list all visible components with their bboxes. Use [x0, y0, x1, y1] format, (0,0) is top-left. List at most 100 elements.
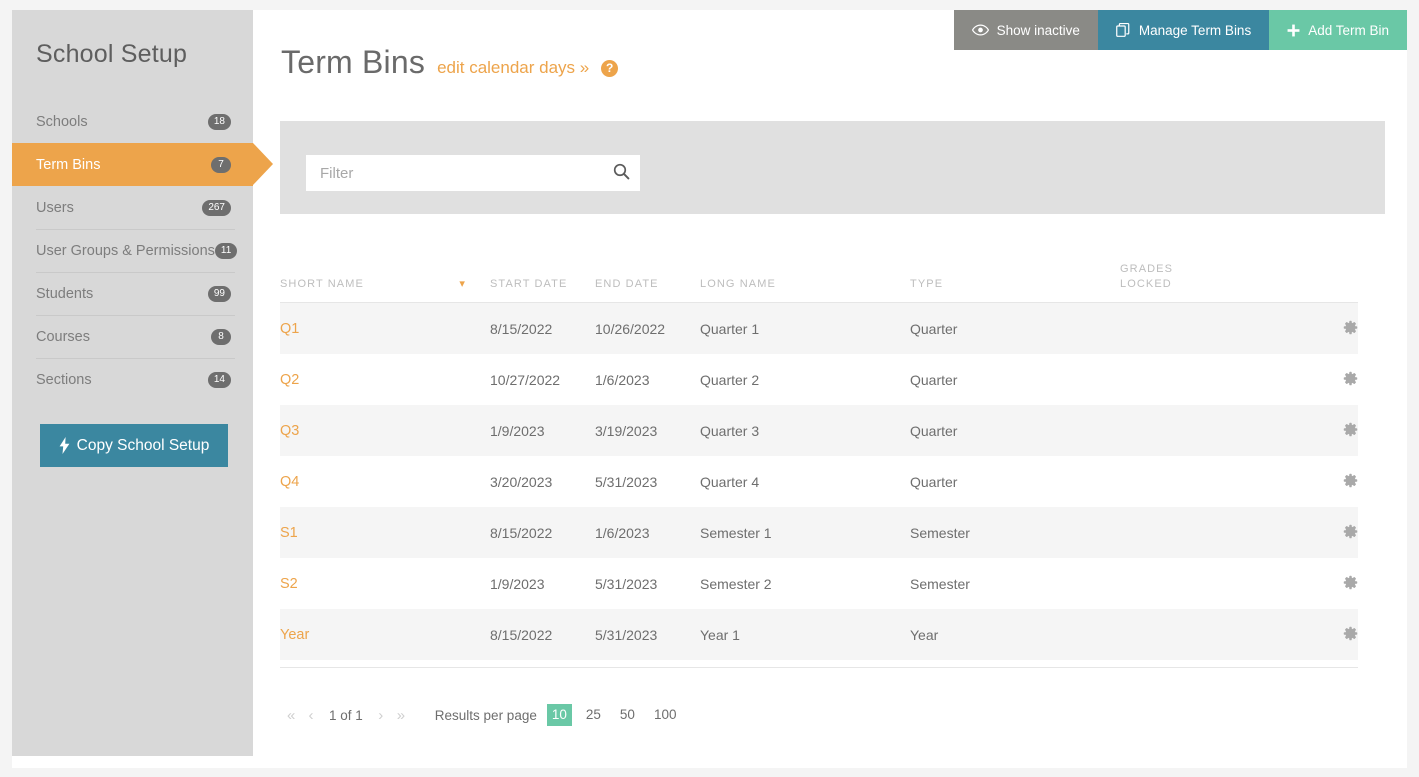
cell-start-date: 1/9/2023: [490, 405, 595, 456]
cell-start-date: 8/15/2022: [490, 507, 595, 558]
sidebar-item-students[interactable]: Students99: [12, 272, 253, 315]
sidebar-item-badge: 11: [215, 243, 237, 259]
row-settings-button[interactable]: [1343, 422, 1358, 437]
table-row[interactable]: Q31/9/20233/19/2023Quarter 3Quarter: [280, 405, 1358, 456]
column-header-short-name[interactable]: SHORT NAME ▾: [280, 246, 490, 303]
term-bin-link[interactable]: Q1: [280, 321, 299, 337]
term-bins-table: SHORT NAME ▾ START DATE END DATE LONG NA…: [280, 246, 1358, 660]
add-term-bin-label: Add Term Bin: [1308, 23, 1389, 38]
sidebar-item-term-bins[interactable]: Term Bins7: [12, 143, 253, 186]
cell-end-date: 5/31/2023: [595, 609, 700, 660]
row-settings-button[interactable]: [1343, 371, 1358, 386]
sidebar-item-badge: 99: [208, 286, 231, 302]
term-bin-link[interactable]: S1: [280, 525, 298, 541]
cell-long-name: Quarter 1: [700, 303, 910, 355]
cell-end-date: 1/6/2023: [595, 507, 700, 558]
table-row[interactable]: Year8/15/20225/31/2023Year 1Year: [280, 609, 1358, 660]
column-header-grades-locked[interactable]: GRADES LOCKED: [1120, 246, 1306, 303]
term-bin-link[interactable]: Year: [280, 627, 309, 643]
gear-icon: [1343, 476, 1358, 491]
search-icon: [613, 163, 630, 183]
term-bin-link[interactable]: Q2: [280, 372, 299, 388]
pagination-last-button[interactable]: »: [391, 706, 411, 725]
copy-school-setup-button[interactable]: Copy School Setup: [40, 424, 228, 467]
sort-chevron-down-icon[interactable]: ▾: [459, 279, 466, 290]
cell-end-date: 5/31/2023: [595, 456, 700, 507]
table-row[interactable]: S21/9/20235/31/2023Semester 2Semester: [280, 558, 1358, 609]
cell-type: Semester: [910, 558, 1120, 609]
plus-icon: [1287, 24, 1300, 37]
sidebar-title: School Setup: [36, 40, 187, 69]
filter-field-wrapper: [306, 155, 640, 191]
cell-type: Semester: [910, 507, 1120, 558]
table-row[interactable]: Q43/20/20235/31/2023Quarter 4Quarter: [280, 456, 1358, 507]
cell-type: Year: [910, 609, 1120, 660]
pagination-first-button[interactable]: «: [281, 706, 301, 725]
table-row[interactable]: Q210/27/20221/6/2023Quarter 2Quarter: [280, 354, 1358, 405]
sidebar-item-label: Students: [36, 286, 208, 302]
cell-start-date: 10/27/2022: [490, 354, 595, 405]
cell-grades-locked: [1120, 456, 1306, 507]
cell-grades-locked: [1120, 609, 1306, 660]
add-term-bin-button[interactable]: Add Term Bin: [1269, 10, 1407, 50]
cell-actions: [1306, 456, 1358, 507]
page-size-option-10[interactable]: 10: [547, 704, 572, 726]
pagination-prev-button[interactable]: ‹: [301, 706, 321, 725]
gear-icon: [1343, 578, 1358, 593]
pagination: « ‹ 1 of 1 › » Results per page 10255010…: [281, 700, 690, 730]
row-settings-button[interactable]: [1343, 626, 1358, 641]
column-header-end-date[interactable]: END DATE: [595, 246, 700, 303]
filter-input[interactable]: [306, 155, 602, 191]
column-header-long-name[interactable]: LONG NAME: [700, 246, 910, 303]
manage-term-bins-label: Manage Term Bins: [1139, 23, 1251, 38]
table-row[interactable]: Q18/15/202210/26/2022Quarter 1Quarter: [280, 303, 1358, 355]
cell-short-name: Year: [280, 609, 490, 660]
page-size-option-100[interactable]: 100: [649, 704, 682, 726]
sidebar-item-user-groups-permissions[interactable]: User Groups & Permissions11: [12, 229, 253, 272]
column-header-type[interactable]: TYPE: [910, 246, 1120, 303]
manage-term-bins-button[interactable]: Manage Term Bins: [1098, 10, 1269, 50]
column-header-actions: [1306, 246, 1358, 303]
page-size-option-25[interactable]: 25: [581, 704, 606, 726]
active-item-arrow-icon: [253, 143, 273, 185]
row-settings-button[interactable]: [1343, 320, 1358, 335]
sidebar-item-label: Users: [36, 200, 202, 216]
cell-type: Quarter: [910, 405, 1120, 456]
sidebar-item-users[interactable]: Users267: [12, 186, 253, 229]
cell-long-name: Quarter 4: [700, 456, 910, 507]
pagination-next-button[interactable]: ›: [371, 706, 391, 725]
sidebar-item-courses[interactable]: Courses8: [12, 315, 253, 358]
gear-icon: [1343, 629, 1358, 644]
cell-short-name: S1: [280, 507, 490, 558]
edit-calendar-days-link[interactable]: edit calendar days »: [437, 58, 589, 78]
cell-grades-locked: [1120, 558, 1306, 609]
action-bar: Show inactive Manage Term Bins Add Term …: [954, 10, 1407, 50]
page-size-option-50[interactable]: 50: [615, 704, 640, 726]
page-header: Term Bins edit calendar days » ?: [281, 44, 618, 81]
show-inactive-button[interactable]: Show inactive: [954, 10, 1098, 50]
sidebar-item-schools[interactable]: Schools18: [12, 100, 253, 143]
term-bin-link[interactable]: Q3: [280, 423, 299, 439]
cell-type: Quarter: [910, 456, 1120, 507]
cell-short-name: Q3: [280, 405, 490, 456]
row-settings-button[interactable]: [1343, 524, 1358, 539]
sidebar-item-sections[interactable]: Sections14: [12, 358, 253, 401]
filter-panel: [280, 121, 1385, 214]
column-header-start-date[interactable]: START DATE: [490, 246, 595, 303]
main-content: Term Bins edit calendar days » ?: [253, 10, 1407, 768]
table-row[interactable]: S18/15/20221/6/2023Semester 1Semester: [280, 507, 1358, 558]
cell-actions: [1306, 354, 1358, 405]
copy-school-setup-label: Copy School Setup: [77, 437, 210, 455]
cell-grades-locked: [1120, 303, 1306, 355]
term-bin-link[interactable]: Q4: [280, 474, 299, 490]
help-icon[interactable]: ?: [601, 60, 618, 77]
row-settings-button[interactable]: [1343, 473, 1358, 488]
sidebar-item-label: Schools: [36, 114, 208, 130]
search-button[interactable]: [602, 155, 640, 191]
cell-end-date: 10/26/2022: [595, 303, 700, 355]
cell-actions: [1306, 405, 1358, 456]
row-settings-button[interactable]: [1343, 575, 1358, 590]
sidebar-item-label: User Groups & Permissions: [36, 243, 215, 259]
term-bin-link[interactable]: S2: [280, 576, 298, 592]
table-header: SHORT NAME ▾ START DATE END DATE LONG NA…: [280, 246, 1358, 303]
